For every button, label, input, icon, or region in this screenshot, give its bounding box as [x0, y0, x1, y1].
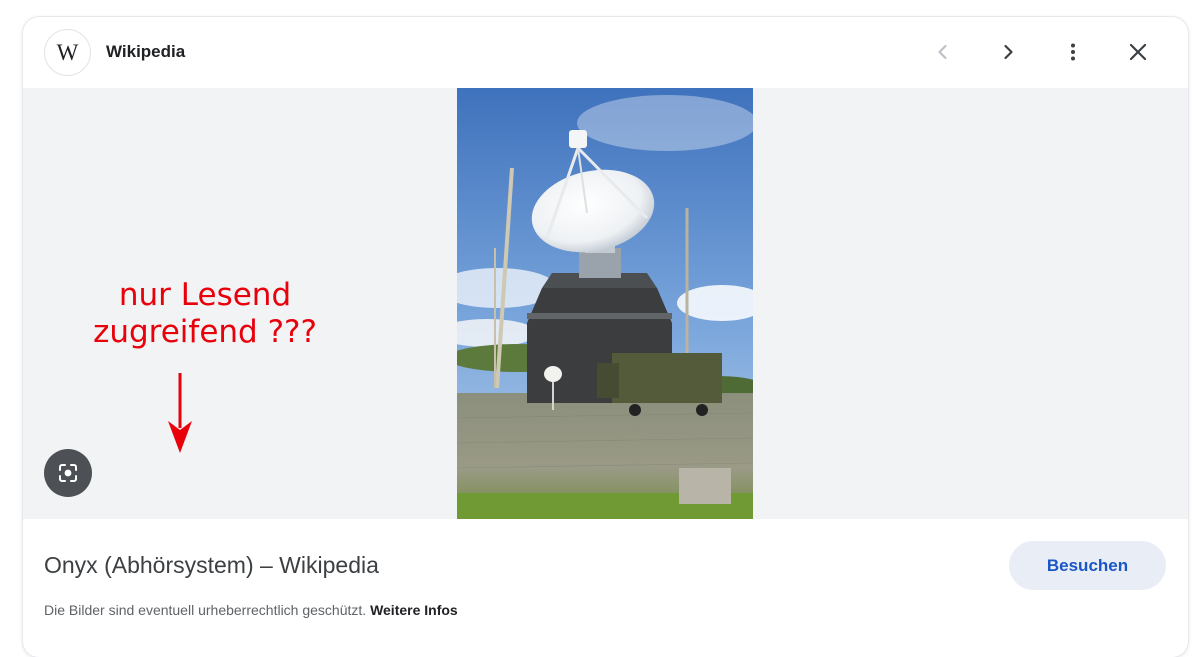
lens-search-button[interactable]	[44, 449, 92, 497]
close-icon	[1129, 43, 1147, 61]
chevron-right-icon	[1004, 44, 1013, 60]
close-button[interactable]	[1120, 34, 1156, 70]
copyright-notice: Die Bilder sind eventuell urheberrechtli…	[44, 602, 458, 618]
more-options-button[interactable]	[1055, 34, 1091, 70]
site-logo[interactable]: W	[44, 29, 91, 76]
wikipedia-logo-letter: W	[56, 39, 79, 65]
visit-button[interactable]: Besuchen	[1009, 541, 1166, 590]
annotation-text: nur Lesend zugreifend ???	[75, 277, 335, 351]
chevron-left-icon	[938, 44, 947, 60]
page-title-link[interactable]: Onyx (Abhörsystem) – Wikipedia	[44, 552, 379, 579]
next-button[interactable]	[990, 34, 1026, 70]
copyright-text: Die Bilder sind eventuell urheberrechtli…	[44, 602, 367, 618]
previous-button[interactable]	[925, 34, 961, 70]
preview-header: W Wikipedia	[23, 17, 1188, 88]
preview-footer: Onyx (Abhörsystem) – Wikipedia Besuchen …	[23, 519, 1188, 657]
more-info-link[interactable]: Weitere Infos	[370, 602, 458, 618]
more-vert-icon	[1071, 43, 1075, 61]
annotation-line-2: zugreifend ???	[93, 314, 317, 350]
preview-image[interactable]	[457, 88, 753, 519]
annotation-arrow-icon	[168, 373, 192, 453]
site-name[interactable]: Wikipedia	[106, 42, 185, 62]
lens-search-icon	[59, 464, 77, 482]
annotation-line-1: nur Lesend	[118, 277, 292, 313]
